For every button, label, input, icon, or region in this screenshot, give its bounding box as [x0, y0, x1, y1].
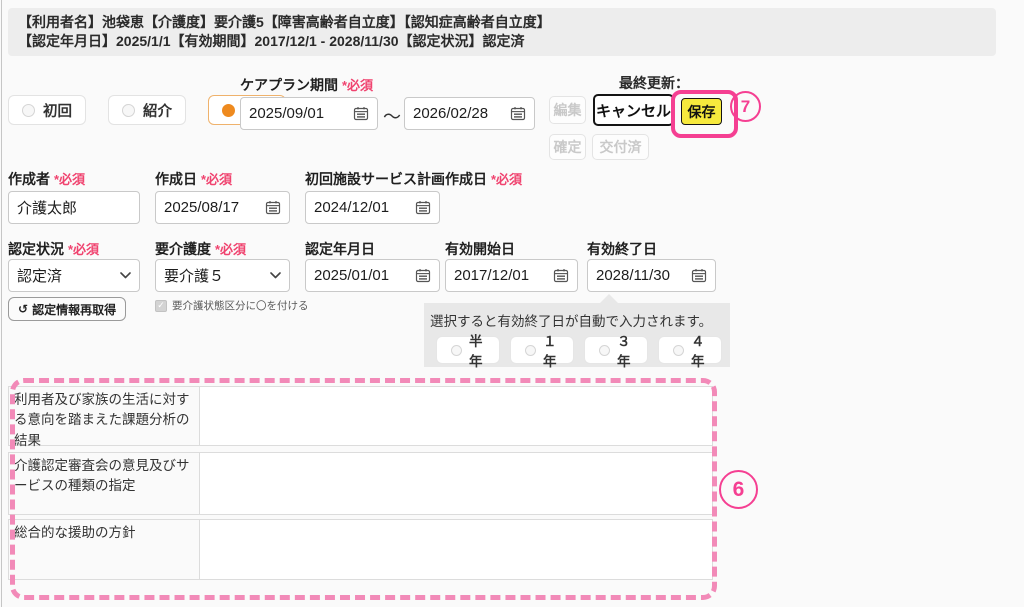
duration-option-1-year[interactable]: １年 — [510, 334, 574, 369]
tooltip-message: 選択すると有効終了日が自動で入力されます。 — [430, 314, 713, 329]
patient-banner-line1: 【利用者名】池袋恵【介護度】要介護5【障害高齢者自立度】【認知症高齢者自立度】 — [18, 14, 551, 30]
certification-date-field[interactable] — [305, 259, 440, 292]
annotation-step-7: 7 — [730, 91, 761, 122]
intent-analysis-textarea[interactable] — [200, 387, 712, 445]
last-update-label: 最終更新： — [619, 75, 689, 91]
tooltip-arrow-icon — [600, 294, 618, 303]
intent-analysis-row: 利用者及び家族の生活に対する意向を踏まえた課題分析の結果 — [8, 386, 713, 448]
calendar-icon[interactable] — [510, 106, 526, 121]
calendar-icon[interactable] — [353, 106, 369, 121]
certification-status-select[interactable]: 認定済 — [8, 259, 140, 292]
radio-selected-icon — [222, 103, 235, 117]
initial-plan-date-input[interactable] — [314, 199, 409, 216]
calendar-icon[interactable] — [265, 200, 281, 215]
required-badge: *必須 — [54, 172, 86, 187]
plan-type-label: 初回 — [43, 103, 72, 120]
valid-end-date-label: 有効終了日 — [587, 241, 657, 257]
calendar-icon[interactable] — [691, 268, 707, 283]
valid-end-date-field[interactable] — [587, 259, 716, 292]
valid-start-date-field[interactable] — [445, 259, 578, 292]
patient-banner-line2: 【認定年月日】2025/1/1【有効期間】2017/12/1 - 2028/11… — [18, 33, 525, 49]
calendar-icon[interactable] — [415, 268, 431, 283]
required-badge: *必須 — [215, 242, 247, 257]
author-field[interactable] — [8, 191, 140, 224]
edit-button[interactable]: 編集 — [549, 96, 586, 124]
radio-icon — [451, 344, 462, 356]
patient-info-banner: 【利用者名】池袋恵【介護度】要介護5【障害高齢者自立度】【認知症高齢者自立度】 … — [8, 8, 996, 56]
period-start-date-field[interactable] — [240, 97, 378, 130]
care-plan-period-label: ケアプラン期間 *必須 — [240, 77, 374, 93]
radio-icon — [22, 103, 35, 117]
author-label: 作成者 *必須 — [8, 171, 86, 187]
certification-date-input[interactable] — [314, 267, 409, 284]
required-badge: *必須 — [68, 242, 100, 257]
initial-plan-date-field[interactable] — [305, 191, 440, 224]
overall-support-policy-row: 総合的な援助の方針 — [8, 519, 713, 580]
refetch-certification-button[interactable]: ↺ 認定情報再取得 — [8, 297, 127, 321]
certification-status-label: 認定状況 *必須 — [8, 241, 100, 257]
period-start-date-input[interactable] — [249, 105, 347, 122]
created-date-label: 作成日 *必須 — [155, 171, 233, 187]
chevron-down-icon — [120, 272, 131, 279]
radio-icon — [525, 344, 536, 356]
required-badge: *必須 — [491, 172, 523, 187]
radio-icon — [599, 344, 610, 356]
refresh-icon: ↺ — [18, 302, 29, 316]
created-date-field[interactable] — [155, 191, 290, 224]
duration-option-3-year[interactable]: ３年 — [584, 334, 648, 369]
cancel-button[interactable]: キャンセル — [593, 94, 674, 126]
checkbox-checked-icon[interactable]: ✓ — [155, 299, 167, 312]
care-level-circle-checkbox-row: ✓ 要介護状態区分に〇を付ける — [155, 298, 309, 313]
duration-option-half-year[interactable]: 半年 — [436, 334, 500, 369]
calendar-icon[interactable] — [415, 200, 431, 215]
plan-type-option-initial[interactable]: 初回 — [8, 95, 86, 125]
plan-type-option-referral[interactable]: 紹介 — [108, 95, 186, 125]
period-end-date-field[interactable] — [404, 97, 535, 130]
overall-support-policy-label: 総合的な援助の方針 — [9, 520, 200, 579]
author-input[interactable] — [17, 199, 131, 216]
period-range-separator: ～ — [383, 107, 401, 127]
period-end-date-input[interactable] — [413, 105, 504, 122]
save-button[interactable]: 保存 — [681, 98, 722, 125]
duration-option-4-year[interactable]: ４年 — [658, 334, 722, 369]
confirm-button[interactable]: 確定 — [549, 134, 586, 160]
valid-start-date-input[interactable] — [454, 267, 547, 284]
initial-plan-date-label: 初回施設サービス計画作成日 *必須 — [305, 171, 523, 187]
care-level-label: 要介護度 *必須 — [155, 241, 247, 257]
review-board-opinion-textarea[interactable] — [200, 453, 712, 514]
certification-date-label: 認定年月日 — [305, 241, 375, 257]
created-date-input[interactable] — [164, 199, 259, 216]
valid-end-date-input[interactable] — [596, 267, 685, 284]
required-badge: *必須 — [342, 78, 374, 93]
calendar-icon[interactable] — [553, 268, 569, 283]
review-board-opinion-label: 介護認定審査会の意見及びサービスの種類の指定 — [9, 453, 200, 514]
review-board-opinion-row: 介護認定審査会の意見及びサービスの種類の指定 — [8, 452, 713, 515]
auto-end-date-tooltip: 選択すると有効終了日が自動で入力されます。 半年 １年 ３年 ４年 — [424, 294, 730, 369]
checkbox-label: 要介護状態区分に〇を付ける — [172, 300, 309, 312]
required-badge: *必須 — [201, 172, 233, 187]
care-level-select[interactable]: 要介護５ — [155, 259, 290, 292]
annotation-step-6: 6 — [719, 470, 758, 509]
issued-button[interactable]: 交付済 — [592, 134, 649, 160]
duration-radio-group: 半年 １年 ３年 ４年 — [436, 334, 722, 369]
intent-analysis-label: 利用者及び家族の生活に対する意向を踏まえた課題分析の結果 — [9, 387, 200, 448]
radio-icon — [673, 344, 684, 356]
radio-icon — [122, 103, 135, 117]
chevron-down-icon — [270, 272, 281, 279]
page-left-border — [1, 0, 2, 607]
overall-support-policy-textarea[interactable] — [200, 520, 712, 579]
plan-type-label: 紹介 — [143, 103, 172, 120]
valid-start-date-label: 有効開始日 — [445, 241, 515, 257]
